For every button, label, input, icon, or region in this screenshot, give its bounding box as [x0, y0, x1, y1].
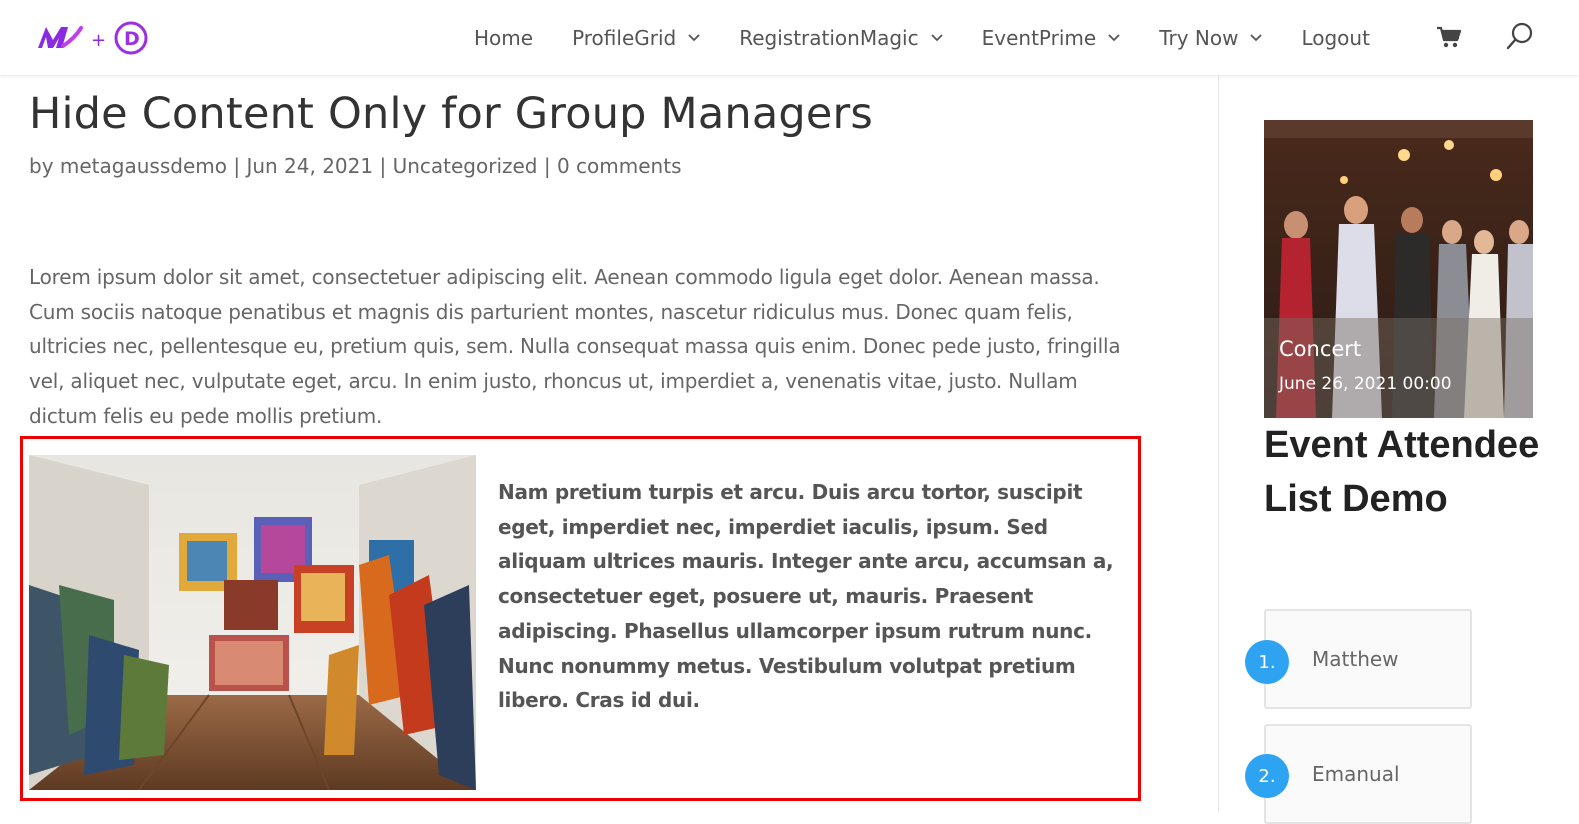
attendee-item[interactable]: Emanual [1264, 724, 1472, 824]
attendee-number-badge: 1. [1245, 640, 1289, 684]
post-title: Hide Content Only for Group Managers [29, 89, 873, 139]
svg-text:+: + [91, 30, 106, 51]
meta-separator: | [379, 154, 387, 178]
meta-by: by [29, 154, 54, 178]
meta-comments-link[interactable]: 0 comments [557, 154, 682, 178]
search-icon[interactable] [1506, 22, 1534, 52]
site-header: + D Home ProfileGrid RegistrationMagic E… [0, 0, 1579, 75]
event-name[interactable]: Concert [1279, 337, 1361, 361]
nav-logout[interactable]: Logout [1301, 26, 1369, 50]
meta-author-link[interactable]: metagaussdemo [60, 154, 227, 178]
attendee-item[interactable]: Matthew [1264, 609, 1472, 709]
nav-home[interactable]: Home [474, 26, 533, 50]
nav-logout-label: Logout [1301, 25, 1370, 50]
nav-registrationmagic[interactable]: RegistrationMagic [739, 25, 943, 50]
nav-try-now-label: Try Now [1159, 25, 1239, 50]
meta-category-link[interactable]: Uncategorized [393, 154, 538, 178]
nav-home-label: Home [474, 25, 534, 50]
cart-icon[interactable] [1436, 24, 1462, 50]
nav-profilegrid[interactable]: ProfileGrid [572, 26, 700, 50]
highlighted-paragraph: Nam pretium turpis et arcu. Duis arcu to… [498, 480, 1114, 713]
post-paragraph: Lorem ipsum dolor sit amet, consectetuer… [29, 265, 1121, 428]
chevron-down-icon [688, 33, 700, 42]
attendee-name: Emanual [1312, 762, 1400, 786]
chevron-down-icon [1250, 33, 1263, 42]
main-nav: Home ProfileGrid RegistrationMagic Event… [474, 0, 1409, 75]
nav-registrationmagic-label: RegistrationMagic [739, 25, 919, 50]
attendee-name: Matthew [1312, 647, 1399, 671]
meta-separator: | [233, 154, 241, 178]
event-date: June 26, 2021 00:00 [1279, 374, 1452, 394]
meta-date: Jun 24, 2021 [246, 154, 374, 178]
site-logo[interactable]: + D [35, 18, 155, 58]
nav-profilegrid-label: ProfileGrid [572, 25, 677, 50]
art-gallery-image [29, 455, 476, 790]
chevron-down-icon [930, 33, 943, 42]
widget-title: Event Attendee List Demo [1264, 424, 1540, 520]
post-meta: by metagaussdemo | Jun 24, 2021 | Uncate… [29, 154, 682, 178]
nav-eventprime[interactable]: EventPrime [982, 26, 1121, 50]
nav-try-now[interactable]: Try Now [1159, 25, 1263, 50]
nav-eventprime-label: EventPrime [981, 25, 1097, 50]
meta-separator: | [543, 154, 551, 178]
chevron-down-icon [1108, 33, 1120, 42]
event-card[interactable]: Concert June 26, 2021 00:00 [1264, 120, 1533, 418]
attendee-number-badge: 2. [1245, 754, 1289, 798]
sidebar-divider [1218, 75, 1219, 812]
svg-text:D: D [124, 28, 140, 50]
